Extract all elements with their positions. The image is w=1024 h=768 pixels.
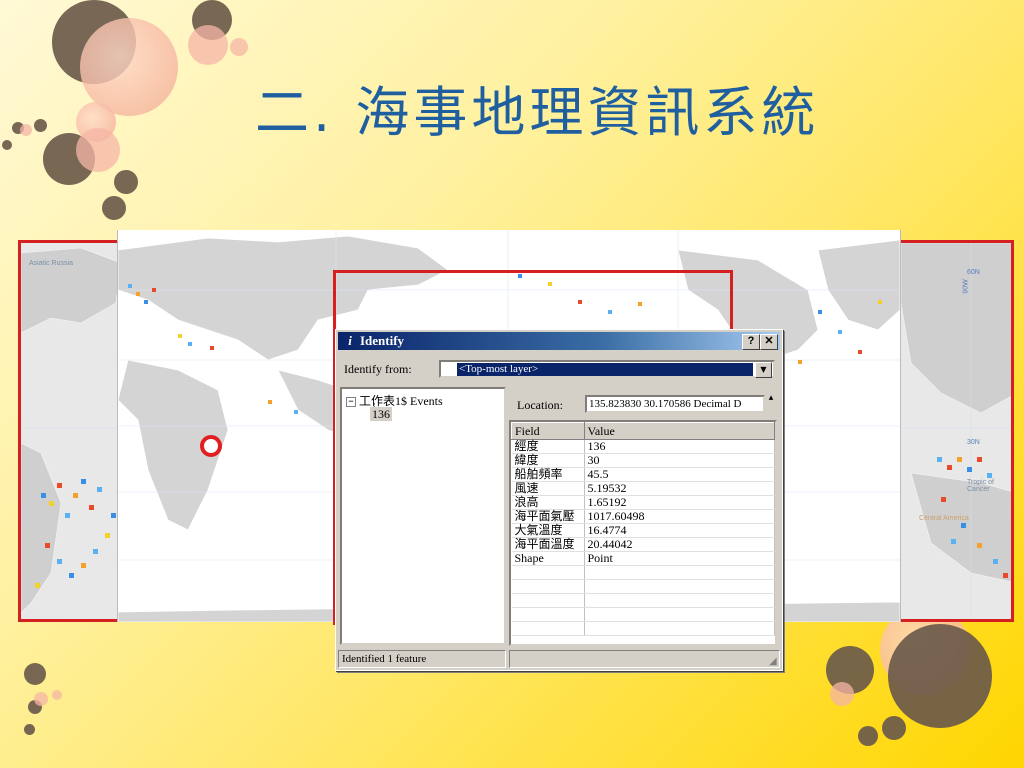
value-cell: 1.65192 xyxy=(584,495,775,510)
resize-grip-icon[interactable]: ◢ xyxy=(769,657,779,667)
table-row[interactable]: 海平面氣壓 1017.60498 xyxy=(511,509,775,524)
decor-bubble xyxy=(102,196,126,220)
location-label: Location: xyxy=(517,398,563,412)
dropdown-arrow-icon[interactable]: ▼ xyxy=(755,362,772,378)
table-row[interactable]: 船舶頻率 45.5 xyxy=(511,467,775,482)
decor-bubble xyxy=(34,119,47,132)
decor-bubble xyxy=(830,682,854,706)
status-panel xyxy=(509,650,780,668)
decor-bubble xyxy=(858,726,878,746)
table-row[interactable]: 經度 136 xyxy=(511,439,775,454)
value-cell: 5.19532 xyxy=(584,481,775,496)
location-marker xyxy=(200,435,222,457)
decor-bubble xyxy=(114,170,138,194)
value-cell: 30 xyxy=(584,453,775,468)
tree-node-layer[interactable]: − 工作表1$ Events xyxy=(346,392,443,409)
decor-bubble xyxy=(20,124,32,136)
value-cell: 136 xyxy=(584,439,775,454)
empty-row xyxy=(511,607,775,622)
field-cell: 船舶頻率 xyxy=(511,467,585,482)
decor-bubble xyxy=(24,724,35,735)
empty-row xyxy=(511,579,775,594)
decor-bubble xyxy=(2,140,12,150)
location-menu-icon[interactable]: ▴ xyxy=(766,393,776,405)
table-row[interactable]: Shape Point xyxy=(511,551,775,566)
collapse-icon[interactable]: − xyxy=(346,397,356,408)
tree-feature-label: 136 xyxy=(370,407,392,421)
field-cell: 風速 xyxy=(511,481,585,496)
attributes-grid[interactable]: Field Value 經度 136 緯度 30 船舶頻率 45.5 風速 5.1953… xyxy=(509,420,777,646)
decor-bubble xyxy=(76,128,120,172)
column-header-field[interactable]: Field xyxy=(511,422,585,440)
slide-title: 二. 海事地理資訊系統 xyxy=(255,81,820,144)
location-field[interactable]: 135.823830 30.170586 Decimal D xyxy=(585,395,765,413)
empty-row xyxy=(511,565,775,580)
table-row[interactable]: 海平面溫度 20.44042 xyxy=(511,537,775,552)
field-cell: Shape xyxy=(511,551,585,566)
value-cell: 45.5 xyxy=(584,467,775,482)
dialog-titlebar[interactable]: i Identify ? ✕ xyxy=(338,332,780,350)
value-cell: Point xyxy=(584,551,775,566)
close-button[interactable]: ✕ xyxy=(760,334,778,350)
identify-from-value: <Top-most layer> xyxy=(457,363,753,376)
column-header-value[interactable]: Value xyxy=(583,422,775,440)
field-cell: 經度 xyxy=(511,439,585,454)
table-row[interactable]: 緯度 30 xyxy=(511,453,775,468)
decor-bubble xyxy=(188,25,228,65)
table-row[interactable]: 風速 5.19532 xyxy=(511,481,775,496)
table-row[interactable]: 大氣溫度 16.4774 xyxy=(511,523,775,538)
help-button[interactable]: ? xyxy=(742,334,760,350)
field-cell: 緯度 xyxy=(511,453,585,468)
results-tree[interactable]: − 工作表1$ Events 136 xyxy=(340,387,506,645)
field-cell: 海平面溫度 xyxy=(511,537,585,552)
field-cell: 浪高 xyxy=(511,495,585,510)
identify-from-select[interactable]: <Top-most layer> ▼ xyxy=(439,360,775,378)
value-cell: 20.44042 xyxy=(584,537,775,552)
status-text: Identified 1 feature xyxy=(338,650,506,668)
tree-node-feature[interactable]: 136 xyxy=(370,407,392,422)
decor-bubble xyxy=(882,716,906,740)
identify-dialog: i Identify ? ✕ Identify from: <Top-most l… xyxy=(335,329,783,671)
identify-from-label: Identify from: xyxy=(344,362,412,376)
empty-row xyxy=(511,593,775,608)
decor-bubble xyxy=(24,663,46,685)
tree-layer-label: 工作表1$ Events xyxy=(359,394,443,408)
dialog-title: Identify xyxy=(360,333,405,348)
decor-bubble xyxy=(52,690,62,700)
decor-bubble xyxy=(34,692,48,706)
field-cell: 海平面氣壓 xyxy=(511,509,585,524)
value-cell: 16.4774 xyxy=(584,523,775,538)
value-cell: 1017.60498 xyxy=(584,509,775,524)
decor-bubble xyxy=(230,38,248,56)
table-row[interactable]: 浪高 1.65192 xyxy=(511,495,775,510)
field-cell: 大氣溫度 xyxy=(511,523,585,538)
info-icon: i xyxy=(348,333,352,348)
decor-bubble xyxy=(888,624,992,728)
empty-row xyxy=(511,621,775,636)
